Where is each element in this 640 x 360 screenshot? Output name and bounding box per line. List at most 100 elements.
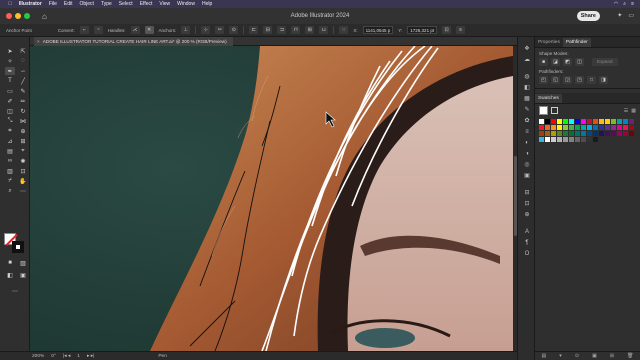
color-swatch[interactable] bbox=[562, 124, 569, 131]
menu-window[interactable]: Window bbox=[177, 1, 195, 7]
color-swatch[interactable] bbox=[604, 130, 611, 137]
color-guide-icon[interactable]: ◧ bbox=[518, 82, 536, 93]
color-swatch[interactable] bbox=[550, 136, 557, 143]
show-handles-button[interactable]: ⋌ bbox=[130, 26, 140, 34]
align-top-button[interactable]: ⊓ bbox=[291, 26, 301, 34]
workspace-icon[interactable]: ▭ bbox=[628, 12, 634, 19]
color-swatch[interactable] bbox=[616, 119, 622, 125]
color-swatch[interactable] bbox=[598, 124, 605, 131]
color-swatch[interactable] bbox=[586, 119, 593, 125]
color-swatch[interactable] bbox=[622, 130, 628, 137]
stroke-indicator[interactable] bbox=[551, 107, 558, 114]
merge-button[interactable]: ◲ bbox=[563, 76, 572, 84]
remove-anchor-button[interactable]: ⊥ bbox=[181, 26, 191, 34]
perspective-grid-tool-icon[interactable]: ⊿ bbox=[5, 137, 15, 145]
paragraph-icon[interactable]: ¶ bbox=[518, 237, 536, 248]
gradient-tool-icon[interactable]: ▤ bbox=[5, 147, 15, 155]
control-center-icon[interactable]: ≡ bbox=[631, 1, 634, 7]
eraser-tool-icon[interactable]: ◫ bbox=[5, 107, 15, 115]
color-swatch[interactable] bbox=[562, 136, 569, 143]
color-swatch[interactable] bbox=[544, 130, 551, 137]
share-button[interactable]: Share bbox=[576, 11, 600, 21]
line-tool-icon[interactable]: ╱ bbox=[18, 77, 28, 85]
minimize-window-button[interactable] bbox=[15, 13, 21, 19]
trim-button[interactable]: ◱ bbox=[551, 76, 560, 84]
color-swatch[interactable] bbox=[556, 136, 563, 143]
symbol-sprayer-tool-icon[interactable]: ✺ bbox=[18, 157, 28, 165]
divide-button[interactable]: ◰ bbox=[539, 76, 548, 84]
color-swatch[interactable] bbox=[556, 130, 563, 137]
color-swatch[interactable] bbox=[592, 119, 599, 125]
outline-button[interactable]: □ bbox=[587, 76, 596, 84]
panel-menu-icon[interactable]: ≡ bbox=[456, 26, 466, 34]
document-tab[interactable]: × ADOBE ILLUSTRATOR TUTORIAL CREATE HAIR … bbox=[34, 37, 233, 46]
artboard-number[interactable]: 1 bbox=[77, 354, 80, 359]
grid-view-icon[interactable]: ▦ bbox=[631, 108, 636, 114]
swatches-icon[interactable]: ▦ bbox=[518, 93, 536, 104]
opentype-icon[interactable]: O bbox=[518, 248, 536, 259]
color-swatch[interactable] bbox=[586, 124, 593, 131]
transparency-icon[interactable]: ◑ bbox=[518, 148, 536, 159]
color-swatch[interactable] bbox=[574, 124, 581, 131]
symbols-icon[interactable]: ✿ bbox=[518, 115, 536, 126]
artboard-canvas[interactable] bbox=[30, 46, 513, 351]
menu-file[interactable]: File bbox=[49, 1, 57, 7]
color-swatch[interactable] bbox=[580, 119, 587, 125]
artboard-next-icon[interactable]: ▸ ▸| bbox=[87, 354, 94, 359]
rotation-value[interactable]: 0° bbox=[51, 354, 56, 359]
rotate-tool-icon[interactable]: ↻ bbox=[18, 107, 28, 115]
color-mode-icon[interactable]: ■ bbox=[5, 259, 15, 267]
tab-swatches[interactable]: Swatches bbox=[535, 94, 562, 103]
menu-view[interactable]: View bbox=[159, 1, 170, 7]
menu-help[interactable]: Help bbox=[202, 1, 212, 7]
color-swatch[interactable] bbox=[539, 119, 545, 125]
color-swatch[interactable] bbox=[592, 124, 599, 131]
intersect-button[interactable]: ◩ bbox=[563, 58, 572, 66]
menu-type[interactable]: Type bbox=[101, 1, 112, 7]
character-icon[interactable]: A bbox=[518, 226, 536, 237]
align-left-button[interactable]: ⊏ bbox=[249, 26, 259, 34]
color-swatch[interactable] bbox=[604, 124, 611, 131]
selection-tool-icon[interactable]: ➤ bbox=[5, 47, 15, 55]
free-transform-tool-icon[interactable]: ⌗ bbox=[5, 127, 15, 135]
apple-menu-icon[interactable]:  bbox=[8, 1, 12, 7]
color-swatch[interactable] bbox=[610, 130, 616, 137]
isolate-button[interactable]: ⊙ bbox=[229, 26, 239, 34]
menu-illustrator[interactable]: Illustrator bbox=[19, 1, 42, 7]
y-coordinate-field[interactable]: 1725,321 pt bbox=[407, 26, 438, 34]
color-icon[interactable]: ◍ bbox=[518, 71, 536, 82]
color-swatch[interactable] bbox=[556, 124, 563, 131]
reference-point-icon[interactable]: ⁙ bbox=[339, 26, 349, 34]
color-swatch[interactable] bbox=[616, 124, 622, 131]
exclude-button[interactable]: ◫ bbox=[575, 58, 584, 66]
color-swatch[interactable] bbox=[574, 136, 581, 143]
expand-button[interactable]: Expand bbox=[592, 58, 618, 66]
swatch-libraries-icon[interactable]: ▤ bbox=[542, 353, 547, 359]
new-color-group-icon[interactable]: ▣ bbox=[592, 353, 597, 359]
lightbulb-icon[interactable]: ✦ bbox=[617, 12, 622, 19]
color-swatch[interactable] bbox=[574, 130, 581, 137]
tab-properties[interactable]: Properties bbox=[535, 38, 563, 47]
zoom-tool-icon[interactable]: ⌕ bbox=[5, 187, 15, 195]
list-view-icon[interactable]: ☰ bbox=[624, 108, 628, 114]
color-swatch[interactable] bbox=[610, 119, 616, 125]
convert-smooth-button[interactable]: ~ bbox=[93, 26, 103, 34]
artboard-nav-icon[interactable]: |◂ ◂ bbox=[63, 354, 70, 359]
color-swatch[interactable] bbox=[610, 124, 616, 131]
color-swatch[interactable] bbox=[598, 130, 605, 137]
color-swatch[interactable] bbox=[580, 124, 587, 131]
shape-builder-tool-icon[interactable]: ⊕ bbox=[18, 127, 28, 135]
scale-tool-icon[interactable]: ⤡ bbox=[5, 117, 15, 125]
color-swatch[interactable] bbox=[556, 119, 563, 125]
color-swatch[interactable] bbox=[562, 130, 569, 137]
color-swatch[interactable] bbox=[562, 119, 569, 125]
menu-object[interactable]: Object bbox=[80, 1, 94, 7]
edit-toolbar-icon[interactable]: ⋯ bbox=[10, 287, 20, 295]
lasso-tool-icon[interactable]: ◌ bbox=[18, 57, 28, 65]
eyedropper-tool-icon[interactable]: ⌖ bbox=[18, 147, 28, 155]
width-tool-icon[interactable]: ⋈ bbox=[18, 117, 28, 125]
color-swatch[interactable] bbox=[592, 136, 599, 143]
align-right-button[interactable]: ⊐ bbox=[277, 26, 287, 34]
color-swatch[interactable] bbox=[568, 136, 575, 143]
type-tool-icon[interactable]: T bbox=[5, 77, 15, 85]
